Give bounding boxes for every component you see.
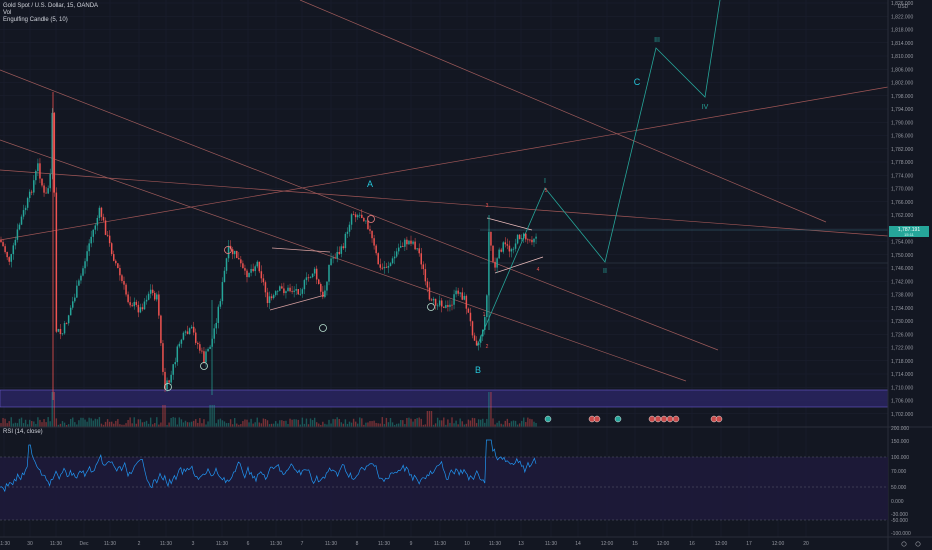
time-tick: 11:30 — [325, 541, 337, 547]
symbol-legend[interactable]: Gold Spot / U.S. Dollar, 15, OANDA — [3, 3, 98, 10]
time-tick: 11:30 — [104, 541, 116, 547]
time-tick: 11:30 — [160, 541, 172, 547]
price-tick: 1,790.000 — [891, 120, 913, 126]
price-tick: 1,774.000 — [891, 173, 913, 179]
price-tick: 1,746.000 — [891, 266, 913, 272]
rsi-tick: -50.000 — [891, 518, 908, 524]
time-tick: 12:00 — [715, 541, 728, 547]
time-tick: 7 — [301, 541, 304, 547]
time-tick: 10 — [464, 541, 470, 547]
time-tick: 12:00 — [772, 541, 785, 547]
time-tick: 11:30 — [216, 541, 228, 547]
price-tick: 1,742.000 — [891, 279, 913, 285]
price-tick: 1,706.000 — [891, 399, 913, 405]
price-tick: 1,710.000 — [891, 385, 913, 391]
vol-tick: 200.000 — [891, 426, 909, 432]
price-tick: 1,782.000 — [891, 147, 913, 153]
currency-label: USD — [898, 4, 909, 10]
rsi-tick: 70.000 — [891, 469, 907, 475]
time-tick: 2 — [138, 541, 141, 547]
rsi-tick: 0.000 — [891, 499, 904, 505]
time-tick: 17 — [746, 541, 752, 547]
time-tick: 11:30 — [50, 541, 62, 547]
wave-label-sub5: 5 — [545, 188, 548, 194]
price-tick: 1,722.000 — [891, 346, 913, 352]
time-tick: 11:30 — [0, 541, 10, 547]
price-tick: 1,798.000 — [891, 94, 913, 100]
chart-canvas[interactable]: A B C I II III IV 1 2 3 4 5 1,826.0001,8… — [0, 0, 932, 550]
price-tick: 1,794.000 — [891, 107, 913, 113]
price-tick: 1,810.000 — [891, 54, 913, 60]
support-zone[interactable] — [0, 389, 889, 408]
price-tick: 1,778.000 — [891, 160, 913, 166]
price-tick: 1,750.000 — [891, 253, 913, 259]
time-tick: 30 — [27, 541, 33, 547]
price-tick: 1,714.000 — [891, 372, 913, 378]
rsi-tick: 150.000 — [891, 439, 909, 445]
price-tick: 1,718.000 — [891, 359, 913, 365]
price-tick: 1,786.000 — [891, 134, 913, 140]
price-tick: 1,770.000 — [891, 187, 913, 193]
wave-label-ii: II — [603, 268, 607, 275]
wave-label-b: B — [475, 365, 481, 375]
price-tick: 1,822.000 — [891, 14, 913, 20]
price-tick: 1,818.000 — [891, 28, 913, 34]
wave-label-sub2: 2 — [486, 344, 489, 350]
time-tick: 11:30 — [545, 541, 557, 547]
rsi-tick: -100.000 — [891, 531, 911, 537]
price-tick: 1,738.000 — [891, 293, 913, 299]
time-tick: 15 — [632, 541, 638, 547]
wave-label-iv: IV — [702, 104, 709, 111]
wave-label-sub1: 1 — [483, 312, 486, 318]
wave-label-i: I — [544, 178, 546, 185]
time-tick: 11:30 — [270, 541, 282, 547]
price-tick: 1,754.000 — [891, 240, 913, 246]
price-tick: 1,766.000 — [891, 200, 913, 206]
time-tick: 3 — [192, 541, 195, 547]
time-tick: 13 — [518, 541, 524, 547]
wave-label-sub3: 3 — [486, 203, 489, 209]
time-tick: 8 — [356, 541, 359, 547]
wave-label-sub4: 4 — [537, 267, 540, 273]
time-tick: 6 — [247, 541, 250, 547]
svg-text:15:11: 15:11 — [904, 232, 914, 237]
vol-legend[interactable]: Vol — [3, 10, 11, 17]
rsi-legend[interactable]: RSI (14, close) — [3, 429, 43, 436]
time-tick: 11:30 — [489, 541, 501, 547]
time-tick: 12:00 — [657, 541, 670, 547]
time-tick: 16 — [689, 541, 695, 547]
time-tick: 11:30 — [378, 541, 390, 547]
time-tick: 12:00 — [601, 541, 614, 547]
price-tick: 1,806.000 — [891, 67, 913, 73]
price-tick: 1,702.000 — [891, 412, 913, 418]
price-tick: 1,762.000 — [891, 213, 913, 219]
wave-label-c: C — [634, 77, 641, 87]
wave-label-a: A — [367, 179, 373, 189]
wave-label-iii: III — [654, 37, 660, 44]
last-price-badge: 1,787.191 15:11 — [889, 226, 929, 237]
price-tick: 1,726.000 — [891, 332, 913, 338]
time-tick: 9 — [410, 541, 413, 547]
price-tick: 1,802.000 — [891, 81, 913, 87]
time-tick: 20 — [803, 541, 809, 547]
price-tick: 1,730.000 — [891, 319, 913, 325]
indicator-legend[interactable]: Engulfing Candle (5, 10) — [3, 17, 68, 24]
rsi-band — [0, 457, 888, 520]
price-tick: 1,734.000 — [891, 306, 913, 312]
time-tick: Dec — [80, 541, 89, 547]
time-tick: 11:30 — [434, 541, 446, 547]
rsi-tick: 50.000 — [891, 485, 907, 491]
price-tick: 1,814.000 — [891, 41, 913, 47]
time-tick: 14 — [575, 541, 581, 547]
rsi-tick: 100.000 — [891, 455, 909, 461]
